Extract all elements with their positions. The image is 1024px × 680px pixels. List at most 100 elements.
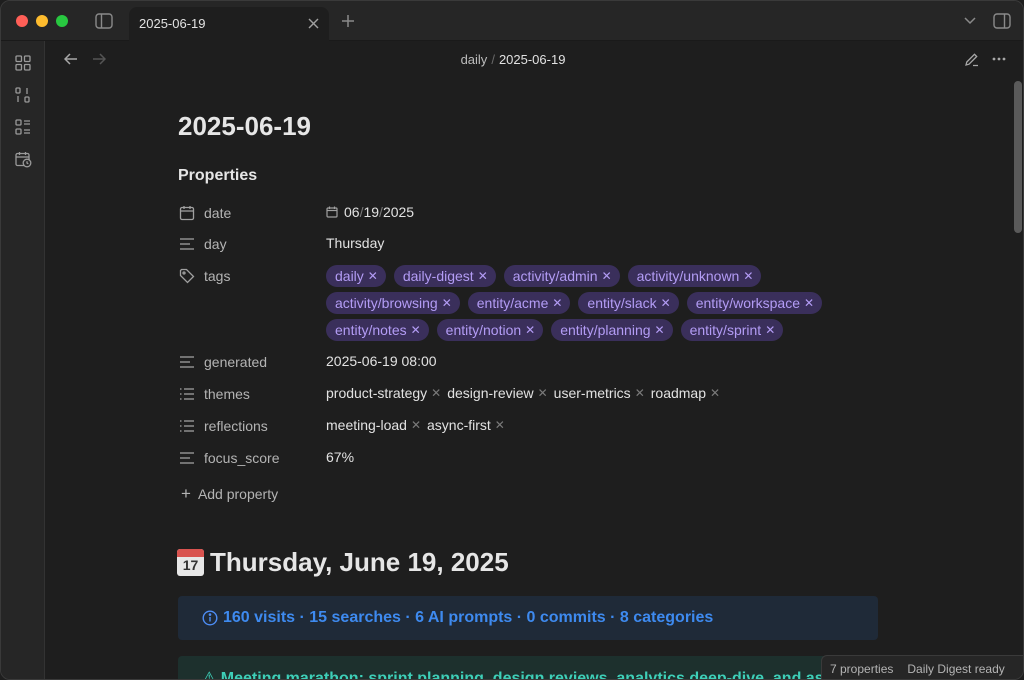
- window-maximize-button[interactable]: [56, 15, 68, 27]
- property-key-generated[interactable]: generated: [178, 353, 267, 371]
- list-value[interactable]: design-review ✕: [447, 385, 547, 401]
- property-value-generated[interactable]: 2025-06-19 08:00: [326, 353, 437, 369]
- more-icon[interactable]: [991, 51, 1007, 67]
- remove-value-icon[interactable]: ✕: [635, 386, 645, 400]
- list-value[interactable]: product-strategy ✕: [326, 385, 441, 401]
- list-value-label: roadmap: [650, 385, 707, 401]
- heading-text: Thursday, June 19, 2025: [210, 547, 509, 577]
- property-value-day[interactable]: Thursday: [326, 235, 384, 251]
- property-key-focus-score[interactable]: focus_score: [178, 449, 279, 467]
- tag-pill[interactable]: entity/workspace ✕: [686, 292, 823, 314]
- remove-tag-icon[interactable]: ✕: [661, 296, 671, 310]
- heading-date[interactable]: 17 Thursday, June 19, 2025: [177, 547, 509, 578]
- list-value-label: async-first: [427, 417, 491, 433]
- property-key-themes[interactable]: themes: [178, 385, 250, 403]
- remove-value-icon[interactable]: ✕: [431, 386, 441, 400]
- compare-icon[interactable]: [13, 85, 33, 105]
- bookmarks-icon[interactable]: [13, 117, 33, 137]
- date-field[interactable]: 06/19/2025: [326, 204, 414, 220]
- breadcrumb: daily/ 2025-06-19: [1, 52, 1023, 67]
- list-value-label: user-metrics: [553, 385, 631, 401]
- remove-tag-icon[interactable]: ✕: [442, 296, 452, 310]
- property-key-tags[interactable]: tags: [178, 267, 230, 285]
- sidebar-toggle-icon[interactable]: [93, 11, 115, 31]
- status-bar: 7 properties Daily Digest ready: [821, 655, 1023, 679]
- remove-value-icon[interactable]: ✕: [710, 386, 720, 400]
- tag-pill[interactable]: entity/notion ✕: [436, 319, 544, 341]
- page-title[interactable]: 2025-06-19: [178, 111, 311, 142]
- remove-value-icon[interactable]: ✕: [538, 386, 548, 400]
- close-icon[interactable]: [305, 15, 321, 31]
- list-value[interactable]: async-first ✕: [427, 417, 505, 433]
- summary-callout[interactable]: ⚠ Meeting marathon: sprint planning, des…: [178, 656, 878, 679]
- stats-callout[interactable]: 160 visits · 15 searches · 6 AI prompts …: [178, 596, 878, 640]
- tag-pill[interactable]: entity/acme ✕: [467, 292, 571, 314]
- tag-icon: [178, 267, 196, 285]
- property-key-reflections[interactable]: reflections: [178, 417, 268, 435]
- info-icon: [202, 610, 218, 626]
- text-icon: [178, 449, 196, 467]
- remove-tag-icon[interactable]: ✕: [655, 323, 665, 337]
- add-property-button[interactable]: + Add property: [181, 485, 278, 502]
- tag-pill[interactable]: activity/unknown ✕: [627, 265, 762, 287]
- status-properties-count[interactable]: 7 properties: [830, 662, 893, 676]
- remove-tag-icon[interactable]: ✕: [602, 269, 612, 283]
- breadcrumb-parent[interactable]: daily: [461, 52, 488, 67]
- tag-pill[interactable]: daily-digest ✕: [393, 265, 496, 287]
- tab-title: 2025-06-19: [139, 16, 206, 31]
- tag-label: entity/planning: [560, 322, 651, 338]
- remove-tag-icon[interactable]: ✕: [368, 269, 378, 283]
- app-window: 2025-06-19 daily / 2025-06-19 2025-06-19…: [0, 0, 1024, 680]
- property-key-label: tags: [204, 268, 231, 284]
- remove-tag-icon[interactable]: ✕: [552, 296, 562, 310]
- tag-pill[interactable]: entity/planning ✕: [551, 319, 673, 341]
- property-key-date[interactable]: date: [178, 204, 231, 222]
- stats-text: 160 visits · 15 searches · 6 AI prompts …: [223, 609, 714, 626]
- pencil-icon[interactable]: [963, 51, 979, 67]
- list-value[interactable]: user-metrics ✕: [554, 385, 645, 401]
- property-key-label: reflections: [204, 418, 268, 434]
- property-key-day[interactable]: day: [178, 235, 227, 253]
- remove-tag-icon[interactable]: ✕: [478, 269, 488, 283]
- tag-label: activity/browsing: [335, 295, 438, 311]
- property-key-label: themes: [204, 386, 250, 402]
- calendar-clock-icon[interactable]: [13, 149, 33, 169]
- remove-tag-icon[interactable]: ✕: [765, 323, 775, 337]
- properties-heading[interactable]: Properties: [178, 167, 257, 185]
- tag-label: daily-digest: [402, 268, 474, 284]
- property-value-themes: product-strategy ✕ design-review ✕ user-me…: [326, 385, 720, 401]
- tag-pill[interactable]: activity/browsing ✕: [326, 292, 460, 314]
- scrollbar-thumb[interactable]: [1014, 81, 1022, 233]
- tag-pill[interactable]: entity/notes ✕: [326, 319, 429, 341]
- remove-value-icon[interactable]: ✕: [411, 418, 421, 432]
- status-plugin[interactable]: Daily Digest ready: [907, 662, 1004, 676]
- tag-label: entity/notes: [335, 322, 407, 338]
- right-sidebar-icon[interactable]: [991, 11, 1013, 31]
- tag-pill[interactable]: activity/admin ✕: [503, 265, 620, 287]
- remove-value-icon[interactable]: ✕: [495, 418, 505, 432]
- breadcrumb-current[interactable]: 2025-06-19: [499, 52, 566, 67]
- tag-pill[interactable]: entity/slack ✕: [578, 292, 679, 314]
- remove-tag-icon[interactable]: ✕: [743, 269, 753, 283]
- list-icon: [178, 385, 196, 403]
- tag-label: entity/workspace: [695, 295, 801, 311]
- remove-tag-icon[interactable]: ✕: [411, 323, 421, 337]
- chevron-down-icon[interactable]: [961, 13, 979, 29]
- tag-pill[interactable]: entity/sprint ✕: [680, 319, 784, 341]
- remove-tag-icon[interactable]: ✕: [525, 323, 535, 337]
- calendar-icon: [326, 206, 338, 218]
- tab-active[interactable]: 2025-06-19: [129, 7, 329, 41]
- property-key-label: generated: [204, 354, 268, 370]
- plus-icon[interactable]: [339, 12, 357, 30]
- property-value-focus-score[interactable]: 67%: [326, 449, 354, 465]
- tag-label: entity/slack: [587, 295, 657, 311]
- property-key-label: focus_score: [204, 450, 280, 466]
- list-value[interactable]: meeting-load ✕: [326, 417, 421, 433]
- remove-tag-icon[interactable]: ✕: [804, 296, 814, 310]
- window-close-button[interactable]: [16, 15, 28, 27]
- tag-pill[interactable]: daily ✕: [326, 265, 386, 287]
- tag-label: activity/unknown: [636, 268, 740, 284]
- window-minimize-button[interactable]: [36, 15, 48, 27]
- tag-label: entity/sprint: [689, 322, 762, 338]
- list-value[interactable]: roadmap ✕: [651, 385, 720, 401]
